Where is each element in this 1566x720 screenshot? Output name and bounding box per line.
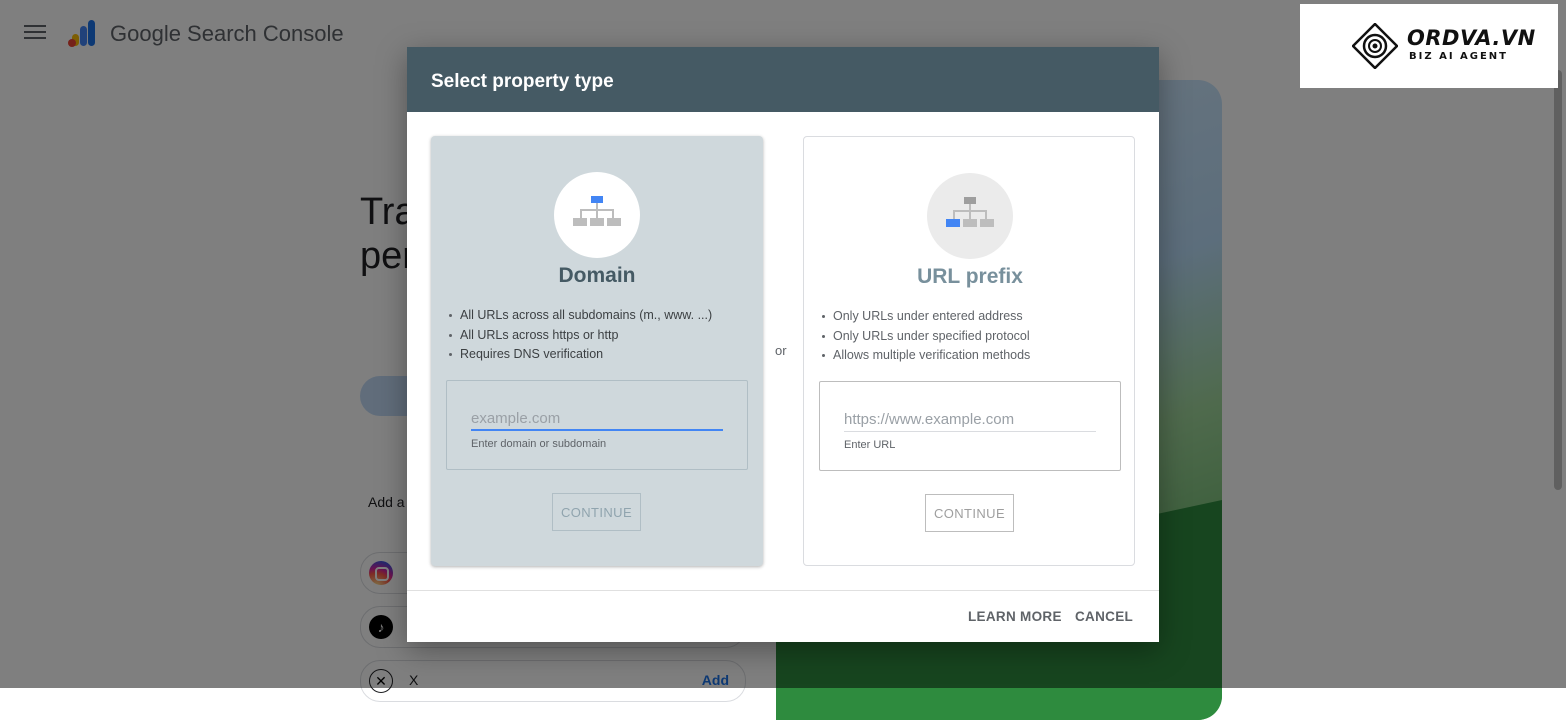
domain-feature-item: All URLs across https or http	[447, 326, 712, 346]
domain-feature-list: All URLs across all subdomains (m., www.…	[447, 306, 712, 365]
domain-feature-item: Requires DNS verification	[447, 345, 712, 365]
brand-tagline: BIZ AI AGENT	[1409, 51, 1508, 62]
domain-input-hint: Enter domain or subdomain	[471, 438, 607, 450]
dialog-title: Select property type	[431, 71, 614, 92]
dialog-footer: LEARN MORE CANCEL	[407, 590, 1159, 643]
domain-input[interactable]	[471, 407, 723, 431]
url-prefix-feature-item: Only URLs under specified protocol	[820, 327, 1030, 347]
sitemap-icon	[946, 197, 994, 227]
select-property-dialog: Select property type Domain All URLs acr…	[407, 47, 1159, 642]
domain-input-box: Enter domain or subdomain	[446, 380, 748, 470]
url-prefix-feature-list: Only URLs under entered address Only URL…	[820, 307, 1030, 366]
domain-option-card[interactable]: Domain All URLs across all subdomains (m…	[431, 136, 763, 566]
url-prefix-feature-item: Allows multiple verification methods	[820, 346, 1030, 366]
domain-feature-item: All URLs across all subdomains (m., www.…	[447, 306, 712, 326]
domain-continue-button[interactable]: CONTINUE	[552, 493, 641, 531]
url-prefix-option-card[interactable]: URL prefix Only URLs under entered addre…	[803, 136, 1135, 566]
url-prefix-continue-button[interactable]: CONTINUE	[925, 494, 1014, 532]
url-input-hint: Enter URL	[844, 439, 896, 451]
or-separator: or	[775, 343, 787, 358]
brand-name: ORDVA.VN	[1407, 26, 1536, 50]
sitemap-icon	[573, 196, 621, 226]
url-prefix-heading: URL prefix	[917, 265, 1023, 288]
brand-logo-icon	[1352, 23, 1398, 69]
domain-icon-circle	[554, 172, 640, 258]
url-prefix-feature-item: Only URLs under entered address	[820, 307, 1030, 327]
url-prefix-icon-circle	[927, 173, 1013, 259]
url-input-box: Enter URL	[819, 381, 1121, 471]
brand-badge: ORDVA.VN BIZ AI AGENT	[1300, 4, 1558, 88]
cancel-button[interactable]: CANCEL	[1075, 591, 1133, 643]
learn-more-button[interactable]: LEARN MORE	[968, 591, 1062, 643]
domain-heading: Domain	[558, 264, 636, 287]
url-input[interactable]	[844, 408, 1096, 432]
dialog-header: Select property type	[407, 47, 1159, 112]
